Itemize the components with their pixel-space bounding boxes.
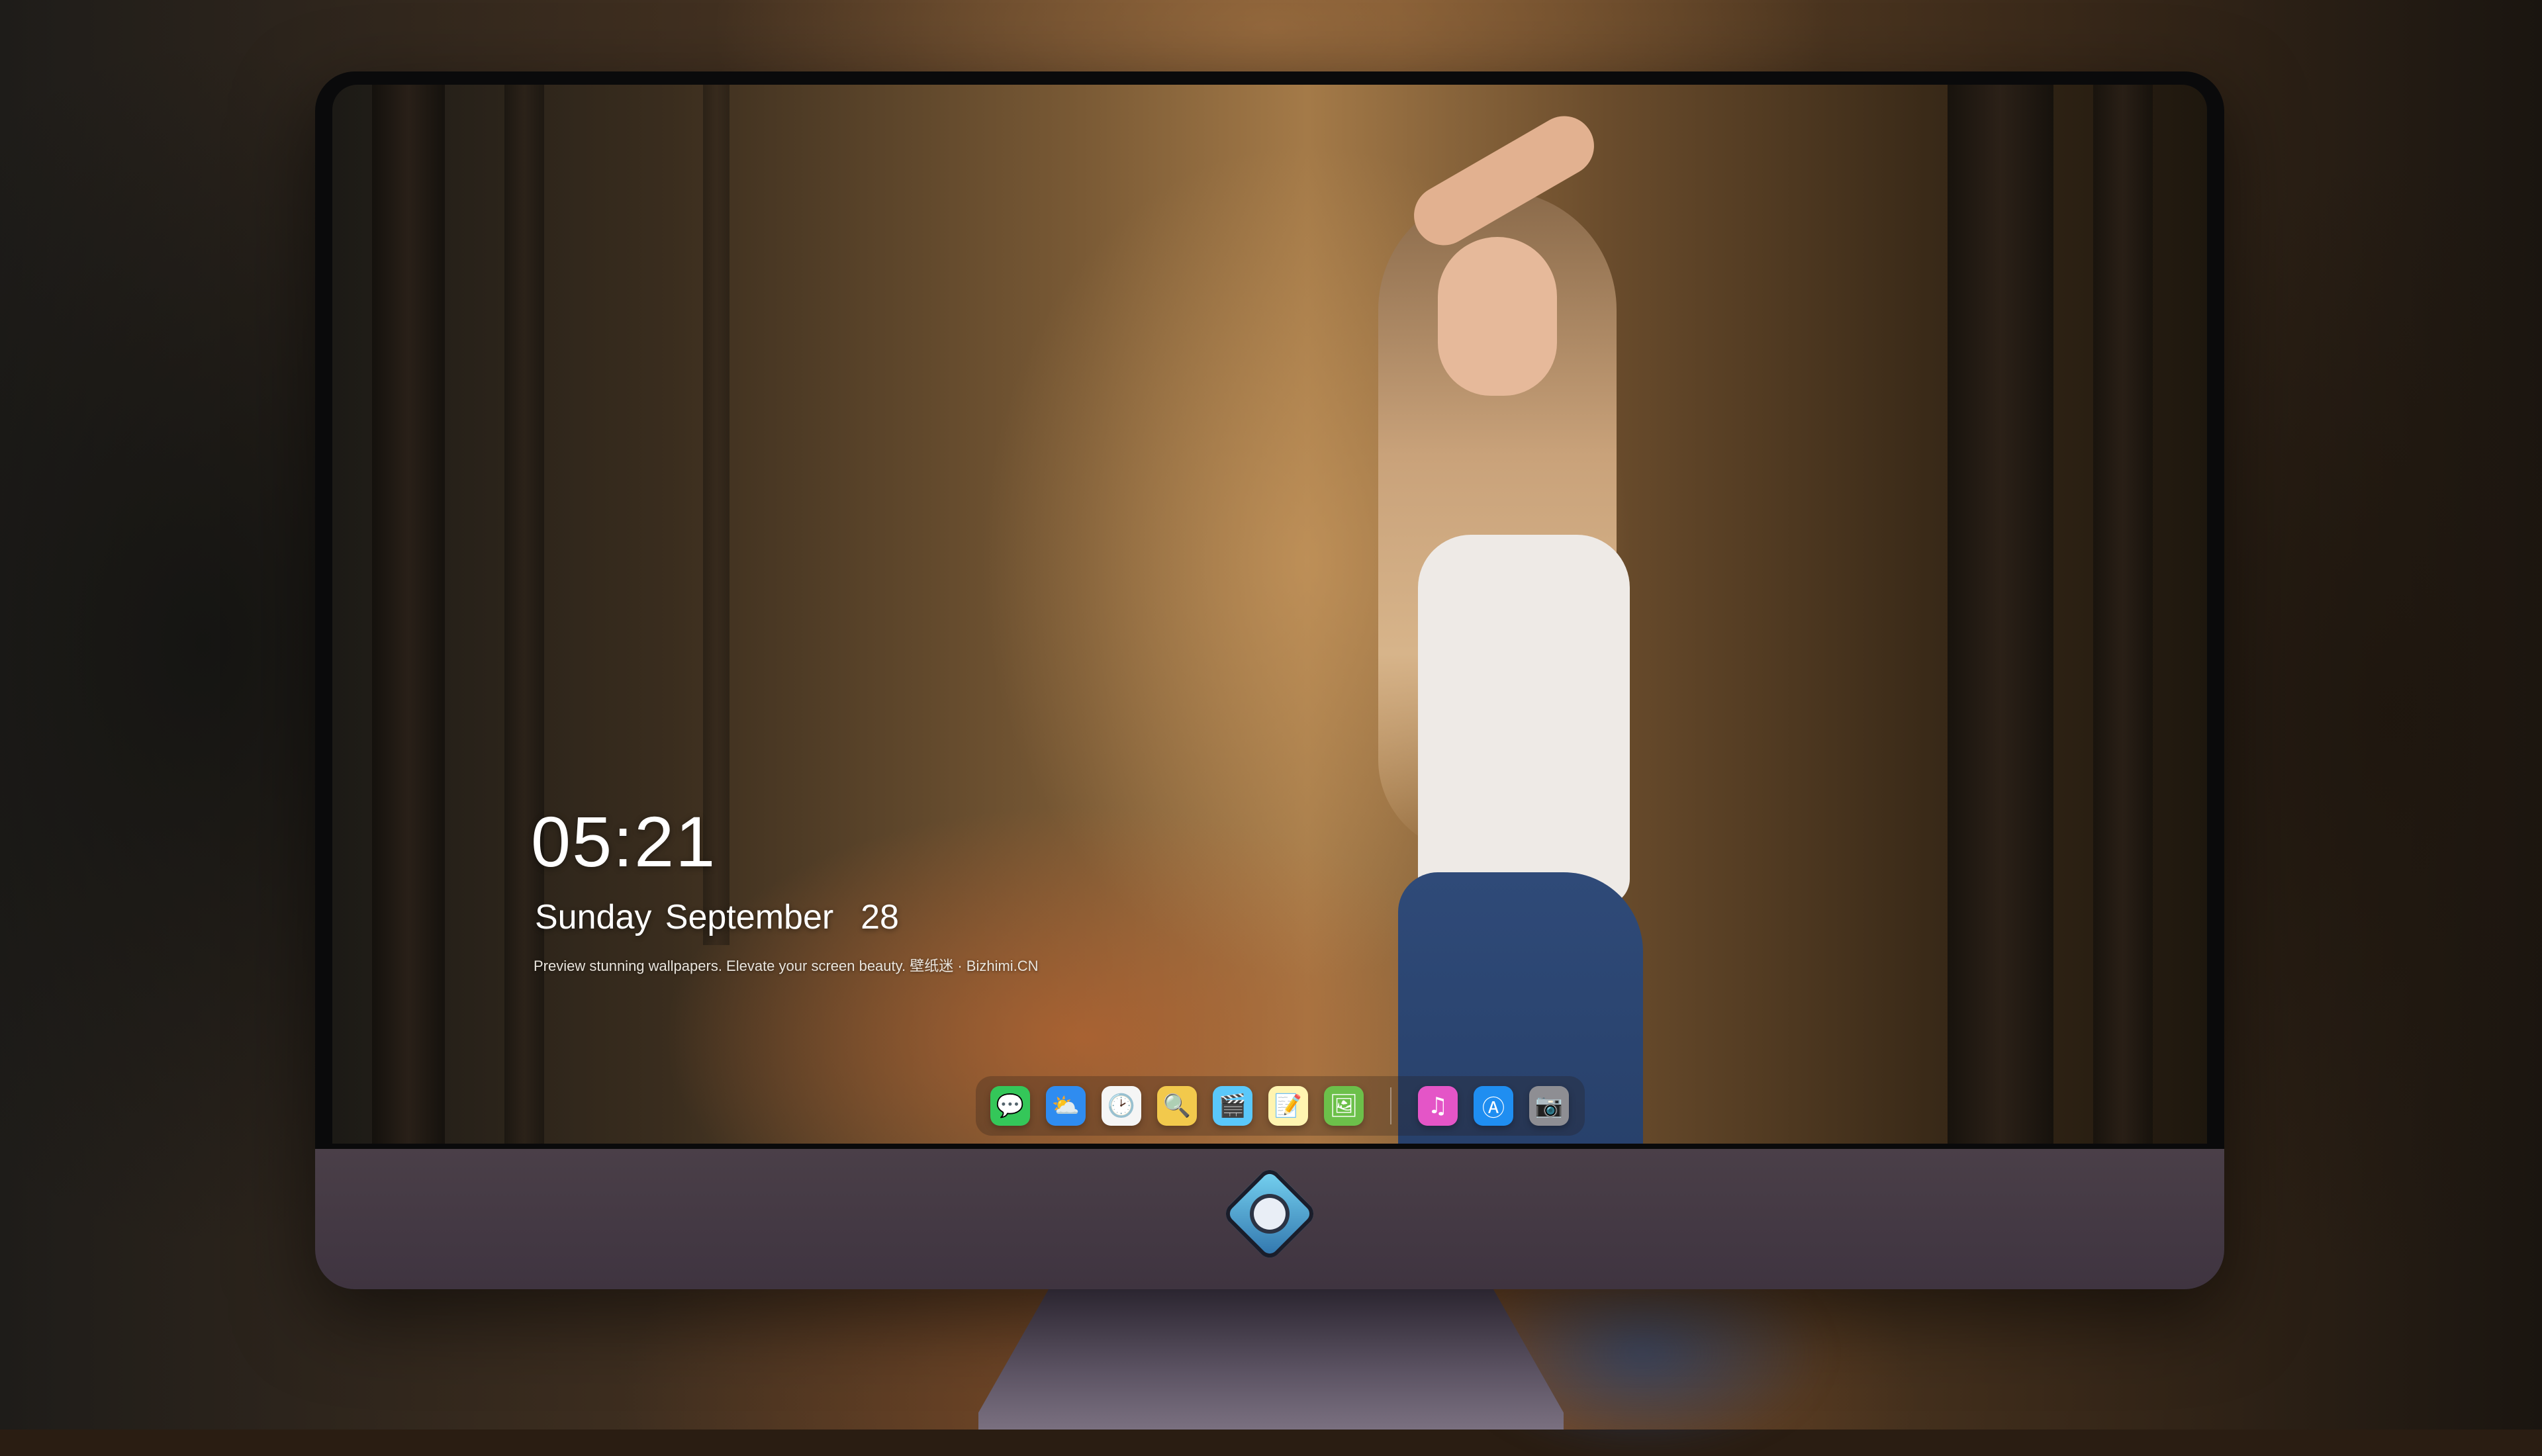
lock-tagline: Preview stunning wallpapers. Elevate you…	[534, 958, 1039, 974]
tree-trunk	[2093, 85, 2153, 1144]
subject-top	[1418, 535, 1630, 905]
photo-booth-icon[interactable]: 🖼	[1324, 1086, 1364, 1126]
messages-icon[interactable]: 💬	[990, 1086, 1030, 1126]
itunes-icon[interactable]: ♫	[1418, 1086, 1458, 1126]
weather-icon[interactable]: ⛅	[1046, 1086, 1086, 1126]
dock-separator	[1390, 1087, 1391, 1124]
clips-icon[interactable]: 🎬	[1213, 1086, 1252, 1126]
lock-date: Sunday September 28	[535, 898, 899, 936]
brand-logo-icon	[1221, 1165, 1319, 1263]
dock: 💬 ⛅ 🕑 🔍 🎬 📝 🖼 ♫ Ⓐ 📷	[976, 1076, 1585, 1136]
clock-icon[interactable]: 🕑	[1102, 1086, 1141, 1126]
tree-trunk	[1948, 85, 2053, 1144]
monitor: 05:21 Sunday September 28 Preview stunni…	[315, 71, 2224, 1289]
notes-icon[interactable]: 📝	[1268, 1086, 1308, 1126]
tree-trunk	[504, 85, 544, 1144]
monitor-stand	[978, 1289, 1564, 1430]
camera-icon[interactable]: 📷	[1529, 1086, 1569, 1126]
subject-face	[1438, 237, 1557, 396]
wallpaper-subject	[1286, 105, 1749, 1144]
app-store-icon[interactable]: Ⓐ	[1474, 1086, 1513, 1126]
lock-clock: 05:21	[531, 801, 717, 882]
monitor-chin	[315, 1149, 2224, 1289]
wallpaper-screen: 05:21 Sunday September 28 Preview stunni…	[332, 85, 2207, 1144]
tree-trunk	[372, 85, 445, 1144]
preview-icon[interactable]: 🔍	[1157, 1086, 1197, 1126]
